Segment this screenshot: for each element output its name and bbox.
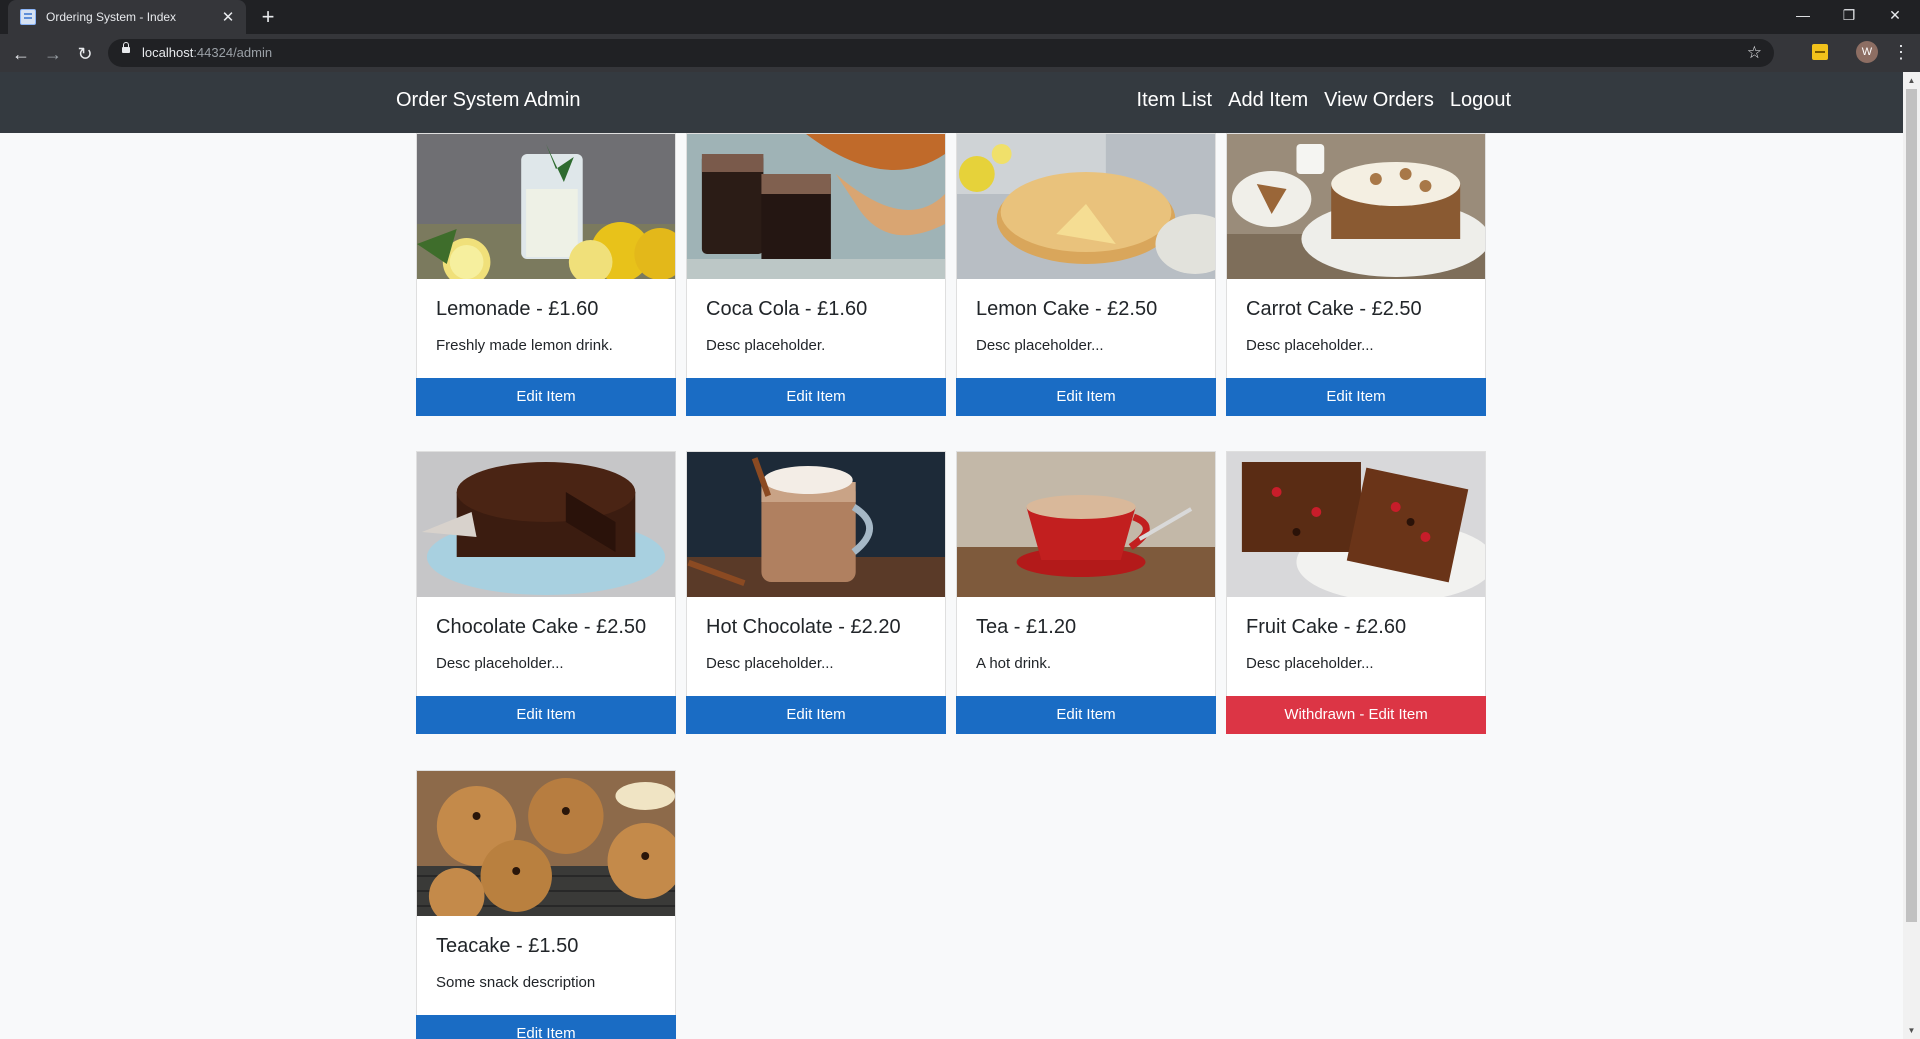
carrot-cake-photo: [1227, 134, 1490, 279]
navbar-links: Item List Add Item View Orders Logout: [1137, 89, 1511, 112]
tab-title: Ordering System - Index: [46, 10, 177, 24]
item-card: Hot Chocolate - £2.20 Desc placeholder...…: [686, 451, 946, 734]
tea-photo: [957, 452, 1215, 597]
back-icon[interactable]: ←: [8, 41, 34, 67]
item-description: Desc placeholder...: [706, 655, 834, 672]
item-card: Lemonade - £1.60 Freshly made lemon drink…: [416, 133, 686, 416]
profile-avatar[interactable]: W: [1856, 41, 1878, 63]
scroll-down-arrow-icon[interactable]: ▼: [1903, 1022, 1920, 1039]
item-description: Freshly made lemon drink.: [436, 337, 613, 354]
item-card: Fruit Cake - £2.60 Desc placeholder... Wit…: [1226, 451, 1495, 734]
edit-item-button[interactable]: Edit Item: [686, 378, 946, 416]
site-navbar: Order System Admin Item List Add Item Vi…: [0, 72, 1903, 133]
item-description: Desc placeholder...: [1246, 337, 1374, 354]
lock-icon: [122, 42, 130, 53]
restore-icon[interactable]: ❐: [1826, 0, 1872, 30]
navbar-brand[interactable]: Order System Admin: [396, 89, 581, 112]
item-description: Some snack description: [436, 974, 596, 991]
item-description: Desc placeholder.: [706, 337, 826, 354]
item-title: Lemon Cake - £2.50: [976, 298, 1158, 320]
chocolate-cake-photo: [417, 452, 675, 597]
coca-cola-photo: [687, 134, 945, 279]
withdrawn-edit-item-button[interactable]: Withdrawn - Edit Item: [1226, 696, 1486, 734]
item-card: Coca Cola - £1.60 Desc placeholder. Edit I…: [686, 133, 946, 416]
edit-item-button[interactable]: Edit Item: [416, 378, 676, 416]
item-description: Desc placeholder...: [436, 655, 564, 672]
item-title: Teacake - £1.50: [436, 935, 579, 957]
forward-icon[interactable]: →: [40, 41, 66, 67]
edit-item-button[interactable]: Edit Item: [956, 696, 1216, 734]
address-bar[interactable]: localhost:44324/admin ☆: [108, 39, 1774, 67]
bookmark-star-icon[interactable]: ☆: [1747, 43, 1762, 63]
nav-link-add-item[interactable]: Add Item: [1228, 89, 1308, 112]
item-title: Tea - £1.20: [976, 616, 1077, 638]
item-title: Coca Cola - £1.60: [706, 298, 868, 320]
nav-link-item-list[interactable]: Item List: [1137, 89, 1213, 112]
new-tab-icon[interactable]: +: [256, 5, 280, 29]
item-title: Lemonade - £1.60: [436, 298, 599, 320]
close-tab-icon[interactable]: ✕: [218, 8, 238, 26]
browser-tab-bar: Ordering System - Index ✕ + — ❐ ✕: [0, 0, 1920, 34]
item-title: Fruit Cake - £2.60: [1246, 616, 1407, 638]
item-card: Chocolate Cake - £2.50 Desc placeholder..…: [416, 451, 676, 734]
lemon-cake-photo: [957, 134, 1235, 279]
nav-link-view-orders[interactable]: View Orders: [1324, 89, 1434, 112]
page-viewport: Order System Admin Item List Add Item Vi…: [0, 72, 1903, 1039]
edit-item-button[interactable]: Edit Item: [1226, 378, 1486, 416]
scroll-up-arrow-icon[interactable]: ▲: [1903, 72, 1920, 89]
edit-item-button[interactable]: Edit Item: [416, 696, 676, 734]
item-description: A hot drink.: [976, 655, 1052, 672]
item-title: Chocolate Cake - £2.50: [436, 616, 647, 638]
item-card: Tea - £1.20 A hot drink. Edit Item: [956, 451, 1216, 734]
page-scrollbar[interactable]: ▲ ▼: [1903, 72, 1920, 1039]
browser-toolbar: ← → ↻ localhost:44324/admin ☆ W ⋮: [0, 34, 1920, 72]
item-card: Teacake - £1.50 Some snack description Edi…: [416, 770, 683, 1039]
fruit-cake-photo: [1227, 452, 1495, 602]
lemonade-photo: [417, 134, 686, 286]
item-card: Lemon Cake - £2.50 Desc placeholder... Edi…: [956, 133, 1235, 416]
browser-menu-icon[interactable]: ⋮: [1892, 41, 1910, 63]
extension-icon[interactable]: [1812, 44, 1828, 60]
scroll-thumb[interactable]: [1906, 89, 1917, 922]
teacake-photo: [417, 771, 683, 924]
hot-chocolate-photo: [687, 452, 945, 597]
browser-tab[interactable]: Ordering System - Index ✕: [8, 0, 246, 34]
url-text: localhost:44324/admin: [142, 45, 273, 60]
edit-item-button[interactable]: Edit Item: [686, 696, 946, 734]
item-description: Desc placeholder...: [976, 337, 1104, 354]
item-description: Desc placeholder...: [1246, 655, 1374, 672]
minimize-icon[interactable]: —: [1780, 0, 1826, 30]
edit-item-button[interactable]: Edit Item: [416, 1015, 676, 1039]
item-card: Carrot Cake - £2.50 Desc placeholder... Ed…: [1226, 133, 1490, 416]
item-title: Hot Chocolate - £2.20: [706, 616, 901, 638]
close-window-icon[interactable]: ✕: [1872, 0, 1918, 30]
item-title: Carrot Cake - £2.50: [1246, 298, 1422, 320]
reload-icon[interactable]: ↻: [72, 41, 98, 67]
edit-item-button[interactable]: Edit Item: [956, 378, 1216, 416]
page-favicon-icon: [20, 9, 36, 25]
nav-link-logout[interactable]: Logout: [1450, 89, 1511, 112]
